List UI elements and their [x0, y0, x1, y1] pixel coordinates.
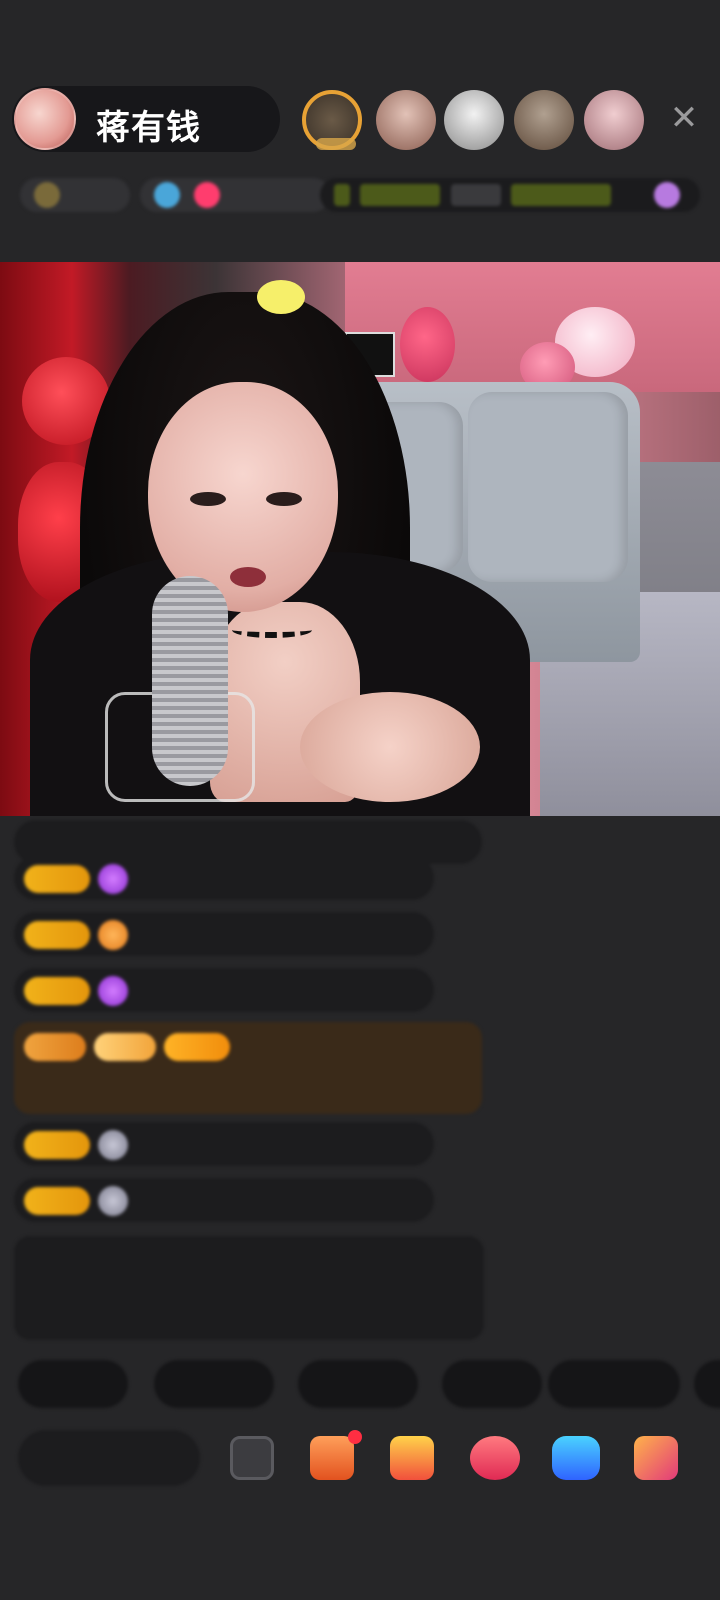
activity-banner[interactable] [320, 178, 700, 212]
chat-list[interactable] [0, 820, 720, 1360]
quick-reply-button[interactable] [694, 1360, 720, 1408]
top-viewers-list [294, 84, 664, 156]
viewer-avatar[interactable] [376, 90, 436, 150]
hair-bow [257, 280, 305, 314]
streamer-eye [190, 492, 226, 506]
streamer-hand [300, 692, 480, 802]
microphone [152, 576, 228, 786]
chat-bubble-icon[interactable] [552, 1436, 600, 1480]
gem-icon [98, 975, 128, 1006]
video-cushion [468, 392, 628, 582]
avatar [98, 1129, 128, 1160]
notification-dot [348, 1430, 362, 1444]
live-video-stream[interactable] [0, 262, 720, 816]
chat-message [14, 856, 434, 900]
quick-reply-button[interactable] [442, 1360, 542, 1408]
close-icon[interactable]: ✕ [664, 98, 704, 138]
gem-icon [98, 863, 128, 894]
chat-message-highlight [14, 1022, 482, 1114]
shop-icon[interactable] [390, 1436, 434, 1480]
viewer-avatar[interactable] [302, 90, 362, 150]
share-icon[interactable] [470, 1436, 520, 1480]
vip-badge [24, 1032, 86, 1061]
quick-reply-bar [18, 1360, 720, 1410]
quick-reply-button[interactable] [18, 1360, 128, 1408]
viewer-rank-badge [316, 138, 356, 150]
quick-reply-button[interactable] [548, 1360, 680, 1408]
badge-icon [98, 919, 128, 950]
chat-message [14, 1178, 434, 1222]
more-games-icon[interactable] [634, 1436, 678, 1480]
activity-tag [450, 183, 501, 206]
level-badge [24, 920, 90, 949]
streamer-mouth [230, 567, 266, 587]
activity-tag [360, 183, 441, 206]
message-icon[interactable] [230, 1436, 274, 1480]
activity-tag [511, 183, 612, 206]
system-notice [14, 1236, 484, 1340]
host-name: 蒋有钱 [96, 109, 201, 147]
quick-reply-button[interactable] [298, 1360, 418, 1408]
level-badge [24, 976, 90, 1005]
vip-badge [94, 1032, 156, 1061]
streamer-necklace [232, 622, 312, 638]
video-plush-toy [400, 307, 455, 382]
level-badge [24, 1186, 90, 1215]
gift-box-icon[interactable] [310, 1436, 354, 1480]
chat-message [14, 1122, 434, 1166]
chat-message [14, 968, 434, 1012]
popularity-icon [154, 181, 180, 208]
level-badge [24, 1130, 90, 1159]
bottom-action-bar [18, 1424, 720, 1494]
hour-rank-chip[interactable] [20, 178, 130, 212]
activity-tag [334, 183, 350, 206]
popularity-chip[interactable] [140, 178, 330, 212]
level-badge [24, 864, 90, 893]
live-header: 蒋有钱 ✕ [12, 84, 708, 156]
host-avatar[interactable] [14, 88, 76, 150]
streamer-eye [266, 492, 302, 506]
viewer-avatar[interactable] [584, 90, 644, 150]
rank-icon [34, 181, 60, 208]
avatar [98, 1185, 128, 1216]
viewer-avatar[interactable] [444, 90, 504, 150]
level-badge [164, 1032, 230, 1061]
viewer-avatar[interactable] [514, 90, 574, 150]
quick-reply-button[interactable] [154, 1360, 274, 1408]
chat-message [14, 912, 434, 956]
hot-icon [194, 181, 220, 208]
comment-input[interactable] [18, 1430, 200, 1486]
gift-icon [654, 182, 680, 208]
host-info-pill[interactable]: 蒋有钱 [12, 86, 280, 152]
rank-row [20, 172, 700, 218]
